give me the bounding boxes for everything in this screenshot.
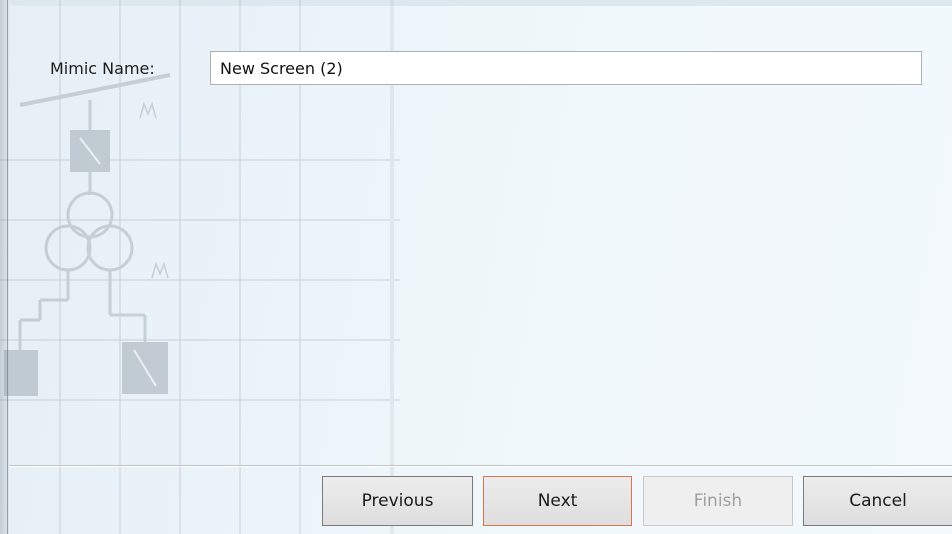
footer-separator (9, 465, 952, 467)
finish-button[interactable]: Finish (643, 476, 793, 526)
cancel-button[interactable]: Cancel (803, 476, 952, 526)
mimic-name-input[interactable] (210, 51, 922, 85)
next-button[interactable]: Next (483, 476, 632, 526)
previous-button[interactable]: Previous (322, 476, 473, 526)
mimic-name-row: Mimic Name: (50, 51, 210, 85)
top-border (0, 0, 952, 6)
left-border (0, 0, 9, 534)
mimic-name-label: Mimic Name: (50, 58, 155, 78)
wizard-dialog: Mimic Name: Previous Next Finish Cancel (0, 0, 952, 534)
